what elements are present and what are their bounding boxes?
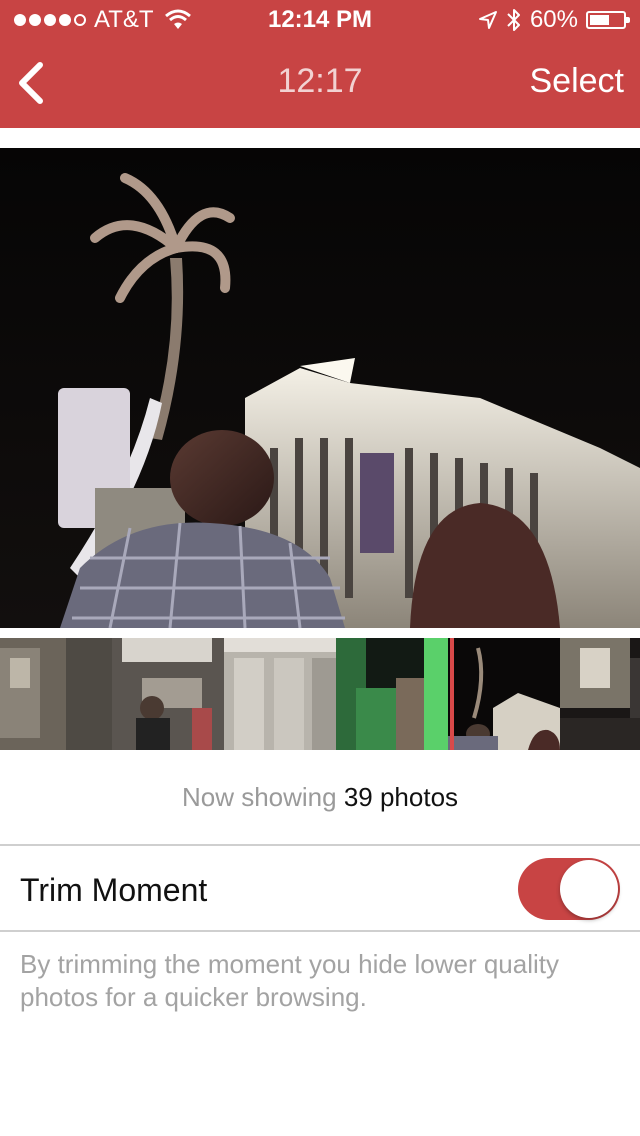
bluetooth-icon [507,9,520,31]
summary-prefix: Now showing [181,782,337,812]
trim-moment-row: Trim Moment [0,846,640,930]
navigation-bar: 12:17 Select [0,40,640,128]
status-right: 60% [478,0,630,40]
filmstrip-thumbnail[interactable] [112,638,224,750]
photo-count-summary: Now showing 39 photos [0,782,640,813]
trim-moment-toggle[interactable] [518,858,620,920]
filmstrip-thumbnail[interactable] [224,638,336,750]
photo-count: 39 photos [343,782,459,812]
photo-image [0,148,640,628]
divider [0,930,640,932]
filmstrip-thumbnail[interactable] [448,638,560,750]
filmstrip-thumbnail[interactable] [560,638,640,750]
battery-icon [586,11,630,29]
select-button[interactable]: Select [530,62,625,101]
filmstrip-position-indicator[interactable] [450,638,454,750]
filmstrip[interactable] [0,638,640,750]
trim-moment-label: Trim Moment [20,872,208,908]
location-icon [478,11,497,29]
toggle-knob [560,860,618,918]
status-bar: AT&T 12:14 PM 60% [0,0,640,40]
battery-percent: 60% [529,6,578,33]
app-header: AT&T 12:14 PM 60% 12:17 Select [0,0,640,128]
trim-description: By trimming the moment you hide lower qu… [20,949,560,1012]
main-photo[interactable] [0,148,640,628]
filmstrip-thumbnail[interactable] [336,638,448,750]
filmstrip-thumbnail[interactable] [0,638,112,750]
